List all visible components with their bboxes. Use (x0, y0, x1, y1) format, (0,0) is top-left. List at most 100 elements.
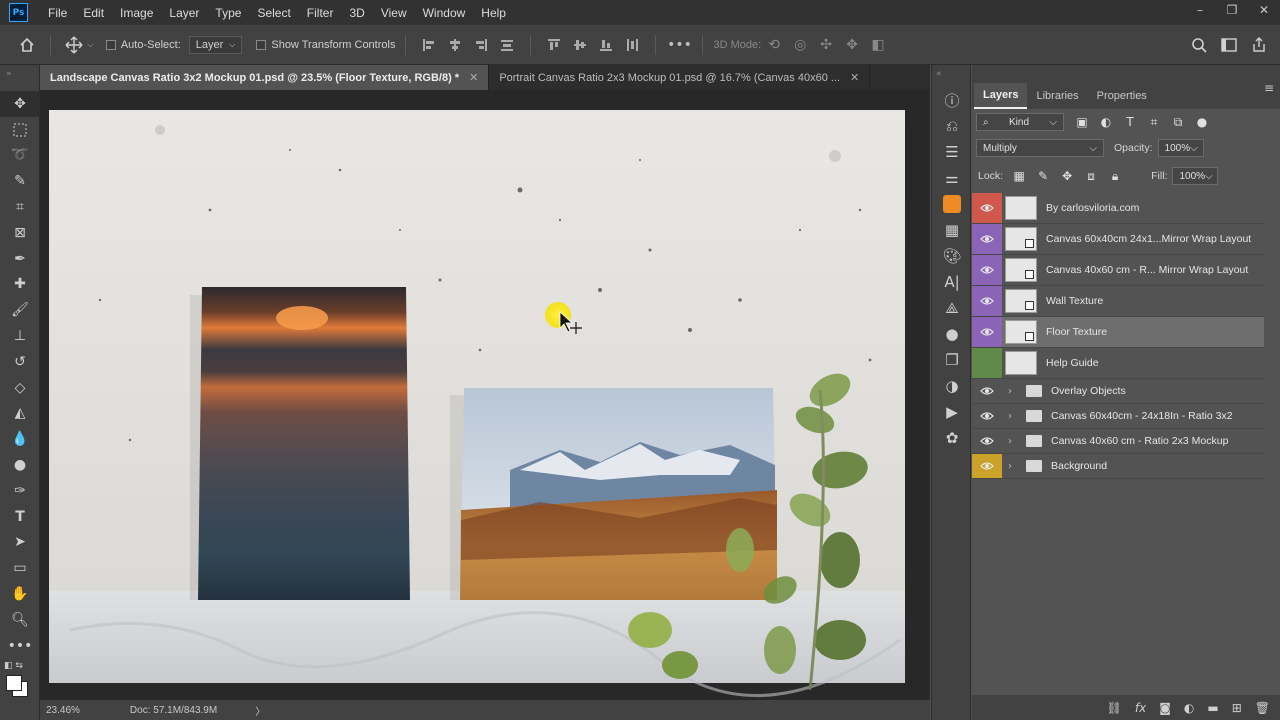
3d-roll-icon[interactable]: ◎ (787, 32, 813, 58)
quick-select-tool-icon[interactable]: ✎ (0, 168, 40, 194)
layer-group-row[interactable]: › Canvas 60x40cm - 24x18In - Ratio 3x2 (972, 404, 1264, 429)
align-right-icon[interactable] (468, 32, 494, 58)
lasso-tool-icon[interactable]: ➰ (0, 143, 40, 169)
move-tool-icon[interactable] (61, 32, 87, 58)
layer-comps-icon[interactable]: ❐ (932, 347, 972, 373)
menu-edit[interactable]: Edit (75, 6, 112, 20)
type-tool-icon[interactable]: T (0, 504, 40, 530)
rectangle-tool-icon[interactable]: ▭ (0, 555, 40, 581)
eyedropper-tool-icon[interactable]: ✒ (0, 246, 40, 272)
properties-sliders-icon[interactable]: ⚌ (932, 165, 972, 191)
close-window-button[interactable]: ✕ (1248, 0, 1280, 20)
share-icon[interactable] (1246, 32, 1272, 58)
opacity-field[interactable]: 100% ⌵ (1157, 139, 1204, 157)
new-group-icon[interactable]: ▬ (1207, 701, 1218, 715)
layer-name[interactable]: Canvas 40x60 cm - R... Mirror Wrap Layou… (1046, 264, 1248, 276)
layer-thumbnail[interactable] (1005, 320, 1037, 344)
character-icon[interactable]: A| (932, 269, 972, 295)
3d-drag-icon[interactable]: ✣ (813, 32, 839, 58)
menu-help[interactable]: Help (473, 6, 514, 20)
filter-shape-icon[interactable]: ⌗ (1142, 115, 1166, 130)
blur-tool-icon[interactable]: 💧 (0, 426, 40, 452)
filter-adjustment-icon[interactable]: ◐ (1094, 115, 1118, 129)
marquee-tool-icon[interactable] (0, 117, 40, 143)
menu-filter[interactable]: Filter (299, 6, 342, 20)
info-icon[interactable]: ⓘ (932, 87, 972, 113)
portrait-canvas-mockup[interactable] (198, 287, 410, 600)
minimize-button[interactable]: – (1184, 0, 1216, 20)
menu-window[interactable]: Window (415, 6, 474, 20)
more-tools-icon[interactable]: ••• (0, 633, 40, 659)
chevron-right-icon[interactable]: › (1008, 411, 1020, 422)
delete-layer-icon[interactable]: 🗑︎ (1255, 701, 1270, 715)
visibility-eye-icon[interactable] (972, 193, 1002, 223)
filter-type-icon[interactable]: T (1118, 115, 1142, 129)
menu-select[interactable]: Select (249, 6, 298, 20)
status-menu-icon[interactable]: 〉 (255, 703, 265, 718)
layer-group-row[interactable]: › Background (972, 454, 1264, 479)
3d-scale-icon[interactable]: ◧ (865, 32, 891, 58)
layer-name[interactable]: Canvas 60x40cm - 24x18In - Ratio 3x2 (1051, 410, 1233, 422)
show-transform-checkbox[interactable]: Show Transform Controls (256, 39, 395, 51)
layer-thumbnail[interactable] (1005, 351, 1037, 375)
layer-name[interactable]: Floor Texture (1046, 326, 1107, 338)
align-middle-icon[interactable] (567, 32, 593, 58)
filter-pixel-icon[interactable]: ▣ (1070, 115, 1094, 129)
restore-button[interactable]: ❐ (1216, 0, 1248, 20)
brush-tool-icon[interactable]: 🖌 (0, 297, 40, 323)
layer-thumbnail[interactable] (1005, 196, 1037, 220)
chevron-right-icon[interactable]: › (1008, 386, 1020, 397)
styles-icon[interactable]: ◑ (932, 373, 972, 399)
layer-name[interactable]: By carlosviloria.com (1046, 202, 1139, 214)
3d-orbit-icon[interactable]: ⟲ (761, 32, 787, 58)
blend-mode-dropdown[interactable]: Multiply ⌵ (976, 139, 1104, 157)
layer-group-row[interactable]: › Overlay Objects (972, 379, 1264, 404)
checkbox-box[interactable] (256, 39, 267, 50)
visibility-eye-icon[interactable] (972, 429, 1002, 453)
tab-properties[interactable]: Properties (1088, 83, 1156, 109)
align-center-icon[interactable] (442, 32, 468, 58)
visibility-eye-icon[interactable] (972, 348, 1002, 378)
color-icon[interactable]: 🎨︎ (932, 243, 972, 269)
pen-tool-icon[interactable]: ✑ (0, 478, 40, 504)
distribute-vertical-icon[interactable] (619, 32, 645, 58)
zoom-tool-icon[interactable]: 🔍︎ (0, 607, 40, 633)
layer-row[interactable]: Floor Texture (972, 317, 1264, 348)
chevron-right-icon[interactable]: › (1008, 436, 1020, 447)
layer-name[interactable]: Help Guide (1046, 357, 1099, 369)
default-colors-icon[interactable]: ◧ ⇆ (4, 661, 23, 671)
visibility-eye-icon[interactable] (972, 404, 1002, 428)
visibility-eye-icon[interactable] (972, 224, 1002, 254)
auto-select-dropdown[interactable]: Layer ⌵ (188, 35, 243, 54)
align-top-icon[interactable] (541, 32, 567, 58)
checkbox-box[interactable] (105, 39, 116, 50)
move-tool-icon[interactable]: ✥ (0, 91, 40, 117)
fill-field[interactable]: 100% ⌵ (1172, 167, 1219, 185)
dodge-tool-icon[interactable]: ● (0, 452, 40, 478)
lock-all-icon[interactable]: 🔒︎ (1103, 169, 1127, 184)
align-left-icon[interactable] (416, 32, 442, 58)
canvas-area[interactable] (40, 90, 930, 700)
collapse-icon[interactable]: » (0, 65, 39, 91)
channels-icon[interactable]: ✿ (932, 425, 972, 451)
layer-row[interactable]: By carlosviloria.com (972, 193, 1264, 224)
tab-libraries[interactable]: Libraries (1027, 83, 1087, 109)
paths-icon[interactable]: ⟁ (932, 295, 972, 321)
path-select-icon[interactable]: ➤ (0, 530, 40, 556)
3d-slide-icon[interactable]: ✥ (839, 32, 865, 58)
visibility-eye-icon[interactable] (972, 317, 1002, 347)
close-icon[interactable]: ✕ (469, 71, 478, 84)
lock-position-icon[interactable]: ✥ (1055, 169, 1079, 183)
layer-row[interactable]: Wall Texture (972, 286, 1264, 317)
adjustments-icon[interactable]: ☰ (932, 139, 972, 165)
new-layer-icon[interactable]: ⊞ (1232, 701, 1242, 715)
plugin-icon[interactable] (932, 191, 972, 217)
actions-play-icon[interactable]: ▶ (932, 399, 972, 425)
panel-menu-icon[interactable]: ≡ (1264, 81, 1274, 95)
layer-name[interactable]: Canvas 60x40cm 24x1...Mirror Wrap Layout (1046, 233, 1251, 245)
home-icon[interactable] (14, 32, 40, 58)
menu-file[interactable]: File (40, 6, 75, 20)
visibility-eye-icon[interactable] (972, 454, 1002, 478)
layer-row[interactable]: Help Guide (972, 348, 1264, 379)
adjustment-layer-icon[interactable]: ◐ (1184, 701, 1194, 715)
